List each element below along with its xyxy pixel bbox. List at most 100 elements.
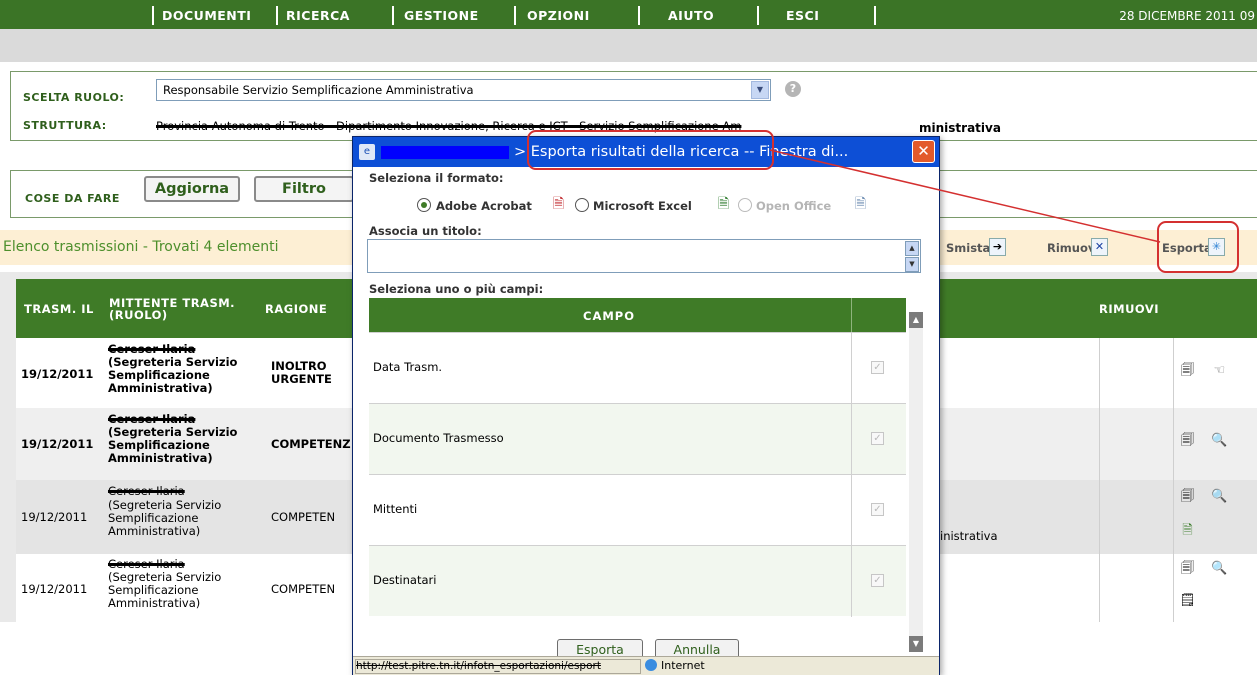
current-date: 28 DICEMBRE 2011 09 [1119,9,1255,23]
campo-checkbox[interactable]: ✓ [871,432,884,445]
campo-row[interactable]: Documento Trasmesso ✓ [369,403,906,475]
search-document-icon[interactable]: 🔍 [1211,488,1228,506]
struttura-value-tail: ministrativa [919,121,1001,135]
menu-separator [392,6,394,25]
header-mittente-ruolo: (RUOLO) [109,308,168,322]
column-divider [851,404,852,475]
aggiorna-button[interactable]: Aggiorna [144,176,240,202]
openoffice-icon: 🗎 [854,196,867,212]
campo-row[interactable]: Mittenti ✓ [369,474,906,546]
status-zone: Internet [645,659,705,672]
excel-icon: 🗎 [717,196,730,212]
todo-label: COSE DA FARE [25,192,120,205]
campi-label: Seleziona uno o più campi: [369,282,544,296]
row-reason: COMPETEN [271,582,336,596]
header-rimuovi[interactable]: RIMUOVI [1099,303,1159,315]
menu-esci[interactable]: ESCI [786,8,819,23]
hand-icon[interactable]: ☜ [1211,362,1228,380]
column-divider [1173,554,1174,622]
search-document-icon[interactable]: 🔍 [1211,432,1228,450]
ruolo-select-value: Responsabile Servizio Semplificazione Am… [163,83,474,97]
remove-icon[interactable]: ✕ [1091,238,1108,256]
annotation-esporta-highlight [1157,221,1239,273]
column-divider [1099,554,1100,622]
column-divider [1099,338,1100,408]
menu-separator [757,6,759,25]
notepad-icon[interactable]: 🗒 [1179,592,1196,610]
menu-documenti[interactable]: DOCUMENTI [162,8,251,23]
view-detail-icon[interactable]: 🗐 [1179,560,1196,578]
row-sender-role: Amministrativa) [108,381,213,395]
row-sender-role: Amministrativa) [108,596,201,610]
row-sender: Cereser Ilaria [108,484,185,498]
campo-checkbox[interactable]: ✓ [871,361,884,374]
column-divider [1173,480,1174,554]
dialog-body: Seleziona il formato: Adobe Acrobat 🗎 Mi… [353,167,939,675]
campi-header: CAMPO [369,298,906,332]
sub-bar [0,29,1257,62]
campo-row[interactable]: Data Trasm. ✓ [369,332,906,404]
menu-separator [638,6,640,25]
format-excel-label[interactable]: Microsoft Excel [593,199,692,213]
campi-scrollbar[interactable]: ▲ ▼ [909,312,923,652]
ie-window-icon: e [359,144,375,160]
ruolo-label: SCELTA RUOLO: [23,91,125,104]
menu-separator [152,6,154,25]
scroll-up-icon[interactable]: ▲ [909,312,923,328]
radio-acrobat[interactable] [417,198,431,212]
radio-openoffice [738,198,752,212]
campo-label: Data Trasm. [373,360,443,374]
campo-checkbox[interactable]: ✓ [871,503,884,516]
browser-statusbar: http://test.pitre.tn.it/infotn_esportazi… [353,656,939,675]
radio-excel[interactable] [575,198,589,212]
list-title: Elenco trasmissioni - Trovati 4 elementi [3,239,279,255]
titolo-label: Associa un titolo: [369,224,482,238]
scroll-up-icon[interactable]: ▲ [905,241,919,256]
column-divider [851,475,852,546]
menu-opzioni[interactable]: OPZIONI [527,8,590,23]
ruolo-select[interactable]: Responsabile Servizio Semplificazione Am… [156,79,771,101]
smista-link[interactable]: Smista [946,241,990,255]
menu-separator [874,6,876,25]
menu-separator [514,6,516,25]
search-document-icon[interactable]: 🔍 [1211,560,1228,578]
close-icon[interactable]: ✕ [912,140,935,163]
menu-aiuto[interactable]: AIUTO [668,8,714,23]
view-detail-icon[interactable]: 🗐 [1179,362,1196,380]
menu-separator [276,6,278,25]
header-ragione[interactable]: RAGIONE [265,303,327,315]
campo-checkbox[interactable]: ✓ [871,574,884,587]
campo-label: Documento Trasmesso [373,431,504,445]
row-date: 19/12/2011 [21,510,88,524]
menu-gestione[interactable]: GESTIONE [404,8,479,23]
format-options: Adobe Acrobat 🗎 Microsoft Excel 🗎 Open O… [409,195,909,217]
status-zone-label: Internet [661,659,705,672]
campo-row[interactable]: Destinatari ✓ [369,545,906,617]
row-date: 19/12/2011 [21,582,88,596]
row-date: 19/12/2011 [21,367,94,381]
status-url: http://test.pitre.tn.it/infotn_esportazi… [355,659,641,674]
document-icon[interactable]: 🗎 [1179,522,1196,540]
header-trasm-il[interactable]: TRASM. IL [24,303,94,315]
filtro-button[interactable]: Filtro [254,176,354,202]
scroll-down-icon[interactable]: ▼ [909,636,923,652]
formato-label: Seleziona il formato: [369,171,504,185]
annotation-title-highlight [527,130,774,170]
redacted-title [381,146,509,159]
format-openoffice-label: Open Office [756,199,832,213]
column-divider [1173,408,1174,480]
header-divider [851,298,852,332]
format-acrobat-label[interactable]: Adobe Acrobat [436,199,532,213]
titolo-input[interactable]: ▲ ▼ [367,239,921,273]
campi-table: CAMPO Data Trasm. ✓ Documento Trasmesso … [369,298,906,656]
scroll-down-icon[interactable]: ▼ [905,257,919,272]
smista-icon[interactable]: ➔ [989,238,1006,256]
menu-ricerca[interactable]: RICERCA [286,8,350,23]
view-detail-icon[interactable]: 🗐 [1179,432,1196,450]
row-reason: URGENTE [271,372,332,386]
help-icon[interactable]: ? [785,81,801,97]
export-dialog: e > Esporta risultati della ricerca -- F… [352,136,940,675]
chevron-down-icon[interactable]: ▼ [751,81,769,99]
globe-icon [645,659,657,671]
view-detail-icon[interactable]: 🗐 [1179,488,1196,506]
